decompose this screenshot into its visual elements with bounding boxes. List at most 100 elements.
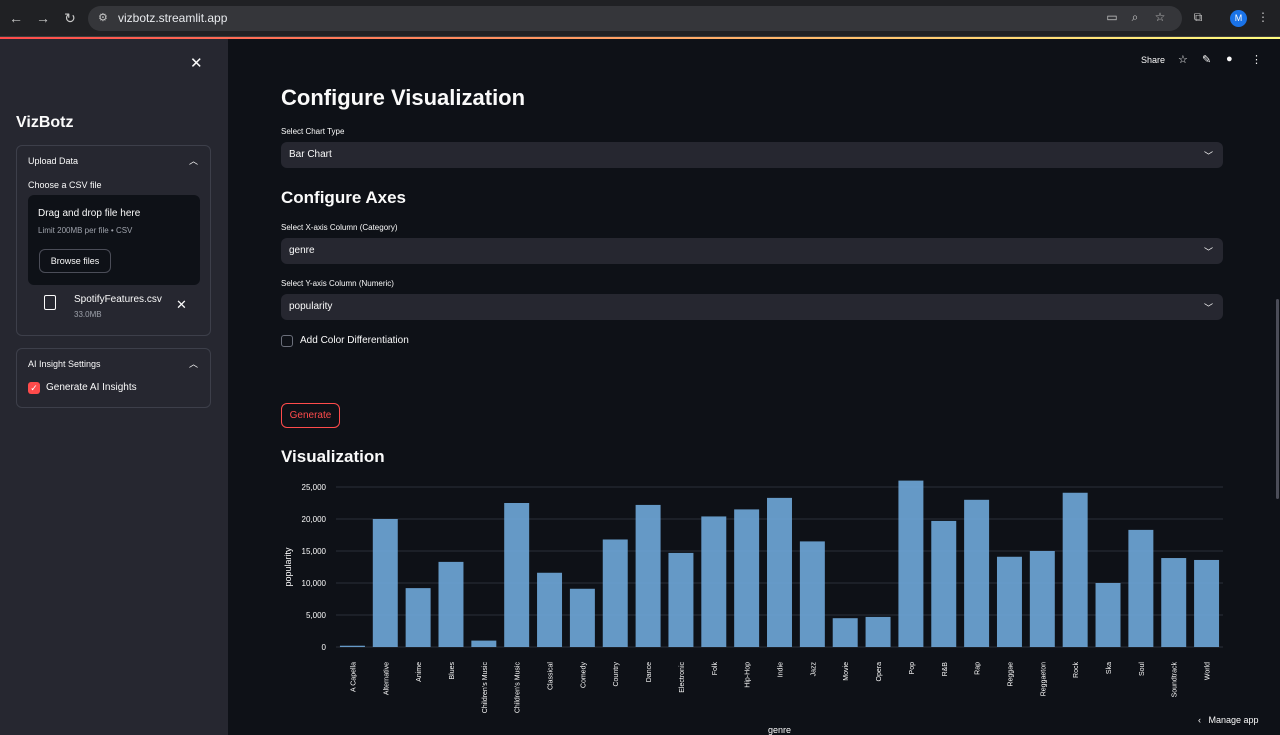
browser-menu-icon[interactable]: ⋮ [1255, 10, 1271, 24]
x-tick-label: Country [613, 662, 620, 687]
bar [931, 520, 957, 647]
close-sidebar-icon[interactable]: ✕ [190, 54, 203, 72]
bar [537, 572, 563, 647]
bar [405, 588, 431, 647]
x-tick-label: Children’s Music [482, 662, 489, 714]
chevron-down-icon: ﹀ [1203, 151, 1213, 161]
reload-icon[interactable]: ↻ [62, 10, 78, 26]
ai-settings-expander: AI Insight Settings ︿ [16, 348, 211, 408]
y-axis-label: Select Y-axis Column (Numeric) [281, 279, 394, 288]
chevron-down-icon: ﹀ [1203, 303, 1213, 313]
y-tick-label: 10,000 [302, 579, 327, 588]
popularity-bar-chart: 0 5,000 10,000 15,000 20,000 25,000 A Capella A… [283, 480, 1223, 735]
bar [1194, 559, 1220, 647]
bar [964, 499, 990, 647]
main-content: Share ☆ ✎ ● ⋮ Configure Visualization Se… [228, 39, 1280, 735]
bar [471, 640, 497, 647]
y-axis-title: popularity [283, 547, 293, 587]
x-tick-label: Jazz [810, 662, 817, 677]
bar [569, 588, 595, 647]
chevron-up-icon[interactable]: ︿ [189, 154, 198, 167]
upload-expander-header[interactable]: Upload Data [28, 156, 78, 166]
scrollbar[interactable] [1276, 299, 1279, 499]
bar [767, 497, 792, 647]
x-tick-label: R&B [942, 662, 949, 677]
zoom-icon[interactable]: ⌕ [1127, 10, 1143, 25]
x-tick-label: Folk [712, 662, 719, 676]
x-tick-label: Rock [1073, 662, 1080, 678]
generate-button[interactable]: Generate [281, 403, 340, 428]
x-tick-label: World [1205, 662, 1212, 680]
bar [865, 616, 891, 647]
manage-app-button[interactable]: ‹ Manage app [1198, 715, 1259, 725]
x-axis-select[interactable]: genre ﹀ [281, 238, 1223, 264]
bar [734, 509, 760, 647]
bar [799, 541, 825, 647]
x-tick-label: Hip-Hop [745, 662, 752, 688]
remove-file-icon[interactable]: ✕ [176, 297, 187, 313]
color-differentiation-label: Add Color Differentiation [300, 335, 409, 346]
ai-insights-checkbox[interactable]: ✓ [28, 382, 40, 394]
bar [898, 480, 924, 647]
uploaded-file-name: SpotifyFeatures.csv [74, 294, 162, 305]
x-axis-title: genre [768, 725, 791, 735]
x-tick-label: A Capella [350, 662, 357, 692]
y-tick-label: 25,000 [302, 483, 327, 492]
dropzone-limit: Limit 200MB per file • CSV [38, 226, 133, 235]
bar [1029, 551, 1055, 647]
edit-icon[interactable]: ✎ [1202, 53, 1211, 66]
color-differentiation-checkbox[interactable] [281, 335, 293, 347]
forward-icon[interactable]: → [35, 10, 51, 26]
app-menu-icon[interactable]: ⋮ [1251, 53, 1262, 66]
extensions-icon[interactable]: ⧉ [1190, 10, 1206, 25]
x-tick-label: Comedy [580, 662, 587, 689]
bookmark-star-icon[interactable]: ☆ [1152, 10, 1168, 24]
back-icon[interactable]: ← [8, 10, 24, 26]
file-icon [44, 295, 56, 310]
bar [602, 539, 628, 647]
chart-type-label: Select Chart Type [281, 127, 345, 136]
x-tick-label: Pop [909, 662, 916, 675]
chart-type-value: Bar Chart [289, 149, 332, 160]
bar [504, 503, 530, 647]
bar [996, 556, 1022, 647]
x-tick-label: Anime [416, 662, 423, 682]
github-icon[interactable]: ● [1226, 53, 1233, 65]
bar [635, 504, 661, 647]
sidebar: ✕ VizBotz Upload Data ︿ Choose a CSV fil… [0, 39, 228, 735]
sidebar-title: VizBotz [16, 114, 74, 131]
profile-avatar[interactable]: M [1230, 10, 1247, 27]
y-axis-select[interactable]: popularity ﹀ [281, 294, 1223, 320]
bar [1128, 529, 1154, 647]
x-tick-label: Blues [449, 662, 456, 680]
y-tick-label: 15,000 [302, 547, 327, 556]
browser-chrome: ← → ↻ ⚙ vizbotz.streamlit.app ▭ ⌕ ☆ ⧉ M … [0, 0, 1280, 37]
x-axis-label: Select X-axis Column (Category) [281, 223, 398, 232]
browse-files-button[interactable]: Browse files [39, 249, 111, 273]
x-tick-label: Alternative [383, 662, 390, 695]
x-tick-label: Reggae [1007, 662, 1014, 687]
visualization-title: Visualization [281, 447, 385, 466]
file-dropzone[interactable]: Drag and drop file here Limit 200MB per … [28, 195, 200, 285]
ai-settings-header[interactable]: AI Insight Settings [28, 359, 101, 369]
site-info-icon[interactable]: ⚙ [98, 11, 108, 24]
bar [832, 618, 858, 647]
chevron-left-icon: ‹ [1198, 715, 1201, 725]
address-bar[interactable]: ⚙ vizbotz.streamlit.app [88, 6, 1182, 31]
y-tick-label: 20,000 [302, 515, 327, 524]
x-tick-label: Children's Music [515, 662, 522, 714]
uploaded-file-size: 33.0MB [74, 310, 102, 319]
bar [339, 645, 365, 647]
chevron-up-icon[interactable]: ︿ [189, 357, 198, 370]
bar [668, 552, 694, 647]
share-button[interactable]: Share [1141, 55, 1165, 65]
bar [1062, 492, 1088, 647]
chart-type-select[interactable]: Bar Chart ﹀ [281, 142, 1223, 168]
chevron-down-icon: ﹀ [1203, 247, 1213, 257]
y-axis-value: popularity [289, 301, 333, 312]
x-tick-label: Opera [876, 662, 883, 682]
manage-app-label: Manage app [1208, 715, 1259, 725]
star-icon[interactable]: ☆ [1178, 53, 1188, 66]
cast-icon[interactable]: ▭ [1104, 10, 1120, 24]
x-tick-label: Movie [843, 662, 850, 681]
